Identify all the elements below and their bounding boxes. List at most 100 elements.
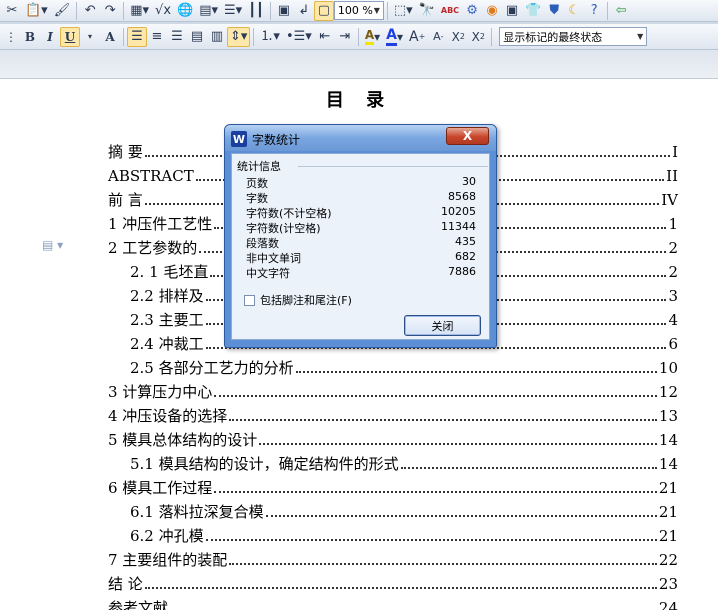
toc-entry[interactable]: 结 论 23	[108, 572, 678, 594]
help-icon[interactable]: ?	[584, 1, 604, 21]
stat-value: 8568	[448, 190, 476, 203]
include-footnotes-label: 包括脚注和尾注(F)	[260, 294, 352, 307]
preview-icon[interactable]: ▣	[274, 1, 294, 21]
select-icon[interactable]: ⬚▾	[391, 1, 416, 21]
underline-button[interactable]: U	[60, 26, 80, 47]
bold-button[interactable]: B	[20, 27, 40, 47]
toc-leader-dots	[214, 395, 657, 397]
toolbar-separator	[123, 27, 124, 46]
dialog-body: 统计信息 页数 30 字数 8568 字符数(不计空格) 10205 字符数(计空格) 113…	[231, 153, 490, 340]
toc-entry-page: 2	[668, 239, 678, 257]
stat-label: 字数	[246, 192, 268, 205]
word-count-dialog: W 字数统计 X 统计信息 页数 30 字数 8568 字符数(不计空格) 10205 字符…	[224, 124, 497, 348]
text-effects-button[interactable]: A	[100, 27, 120, 47]
toc-entry-page: 14	[658, 431, 678, 449]
toc-entry[interactable]: 7 主要组件的装配 22	[108, 548, 678, 570]
back-icon[interactable]: ⇦	[611, 1, 631, 21]
toc-entry-text: 6 模具工作过程	[108, 479, 213, 497]
toc-leader-dots	[144, 587, 657, 589]
moon-icon[interactable]: ☾	[564, 1, 584, 21]
stat-value: 435	[455, 235, 476, 248]
toc-entry-page: 3	[668, 287, 678, 305]
markup-state-select[interactable]: 显示标记的最终状态 ▼	[499, 27, 648, 46]
superscript-button[interactable]: X2	[448, 27, 468, 47]
underline-dropdown[interactable]: ▾	[80, 27, 100, 47]
toolbar-separator	[607, 1, 609, 20]
table-icon[interactable]: ▦▾	[127, 1, 152, 21]
ruler-area	[0, 50, 718, 79]
align-right-icon[interactable]: ☰	[167, 27, 187, 47]
columns-icon[interactable]: ☰▾	[221, 1, 245, 21]
format-painter-icon[interactable]: 🖌	[51, 1, 74, 21]
formatting-toolbar: ⋮ B I U ▾ A ☰ ≡ ☰ ▤ ▥ ⇕▾ ⒈▾ •☰▾ ⇤ ⇥ A ▾ A…	[0, 24, 718, 50]
toc-leader-dots	[400, 467, 657, 469]
toc-entry[interactable]: 6.1 落料拉深复合模 21	[130, 500, 678, 522]
apps-icon[interactable]: ▣	[502, 1, 522, 21]
dialog-title-bar[interactable]: W 字数统计 X	[225, 125, 496, 151]
toc-entry[interactable]: 3 计算压力中心 12	[108, 380, 678, 402]
toc-leader-dots	[205, 539, 657, 541]
justify-icon[interactable]: ▤	[187, 27, 207, 47]
toc-title: 目 录	[325, 90, 393, 111]
spellcheck-icon[interactable]: ABC	[438, 1, 462, 21]
stat-row: 字符数(计空格) 11344	[246, 220, 476, 235]
chart-icon[interactable]: ┃┃	[245, 1, 267, 21]
align-left-icon[interactable]: ☰	[127, 26, 147, 47]
toc-entry[interactable]: 4 冲压设备的选择 13	[108, 404, 678, 426]
toc-entry[interactable]: 5.1 模具结构的设计，确定结构件的形式 14	[130, 452, 678, 474]
numbered-list-icon[interactable]: ⒈▾	[257, 27, 283, 47]
toc-entry[interactable]: 6 模具工作过程 21	[108, 476, 678, 498]
toc-entry[interactable]: 参考文献 24	[108, 596, 678, 610]
grid-icon[interactable]: ▤▾	[196, 1, 221, 21]
include-footnotes-checkbox[interactable]	[244, 294, 255, 306]
bullet-list-icon[interactable]: •☰▾	[283, 27, 315, 47]
toc-entry[interactable]: 2.5 各部分工艺力的分析 10	[130, 356, 678, 378]
align-center-icon[interactable]: ≡	[147, 27, 167, 47]
shirt-icon[interactable]: 👕	[522, 1, 544, 21]
dialog-close-icon[interactable]: X	[446, 127, 489, 145]
grow-font-button[interactable]: A +	[406, 27, 428, 47]
font-color-icon: A	[386, 27, 397, 46]
shrink-font-button[interactable]: A-	[428, 27, 448, 47]
toc-entry-page: 22	[658, 551, 678, 569]
frame-icon[interactable]: ▢	[313, 0, 334, 21]
stat-label: 字符数(不计空格)	[246, 207, 332, 220]
highlight-button[interactable]: A ▾	[362, 27, 383, 47]
paste-icon[interactable]: 📋▾	[22, 1, 51, 21]
shield-icon[interactable]: ⛊	[544, 1, 564, 21]
hyperlink-icon[interactable]: 🌐	[174, 1, 196, 21]
cut-icon[interactable]: ✂	[2, 1, 22, 21]
toc-entry-page: 4	[668, 311, 678, 329]
toolbar-separator	[386, 1, 388, 20]
font-color-button[interactable]: A ▾	[383, 27, 406, 47]
toolbar-separator	[76, 1, 78, 20]
translate-icon[interactable]: ⚙	[462, 1, 482, 21]
formula-icon[interactable]: √x	[152, 1, 174, 21]
zoom-select[interactable]: 100 % ▼	[333, 1, 384, 20]
document-map-icon[interactable]: ▤ ▾	[42, 238, 63, 252]
decrease-indent-icon[interactable]: ⇤	[315, 27, 335, 47]
refresh-icon[interactable]: ◉	[482, 1, 502, 21]
toc-leader-dots	[214, 491, 657, 493]
insert-icon[interactable]: ↲	[294, 1, 314, 21]
toolbar-gripper[interactable]: ⋮	[2, 27, 20, 47]
redo-icon[interactable]: ↷	[100, 1, 120, 21]
toc-entry[interactable]: 6.2 冲孔模 21	[130, 524, 678, 546]
undo-icon[interactable]: ↶	[80, 1, 100, 21]
subscript-button[interactable]: X2	[468, 27, 488, 47]
toc-leader-dots	[229, 419, 657, 421]
italic-button[interactable]: I	[40, 27, 60, 47]
toc-entry-page: I	[672, 143, 678, 161]
line-spacing-icon[interactable]: ⇕▾	[227, 26, 251, 47]
toc-leader-dots	[295, 371, 657, 373]
find-icon[interactable]: 🔭	[416, 1, 438, 21]
distributed-icon[interactable]: ▥	[207, 27, 227, 47]
toc-entry[interactable]: 5 模具总体结构的设计 14	[108, 428, 678, 450]
toc-leader-dots	[259, 443, 657, 445]
markup-state-value: 显示标记的最终状态	[503, 30, 603, 44]
close-button[interactable]: 关闭	[404, 315, 481, 336]
include-footnotes-option[interactable]: 包括脚注和尾注(F)	[244, 292, 352, 308]
toc-entry-text: 7 主要组件的装配	[108, 551, 228, 569]
increase-indent-icon[interactable]: ⇥	[335, 27, 355, 47]
dialog-title: 字数统计	[252, 133, 301, 147]
